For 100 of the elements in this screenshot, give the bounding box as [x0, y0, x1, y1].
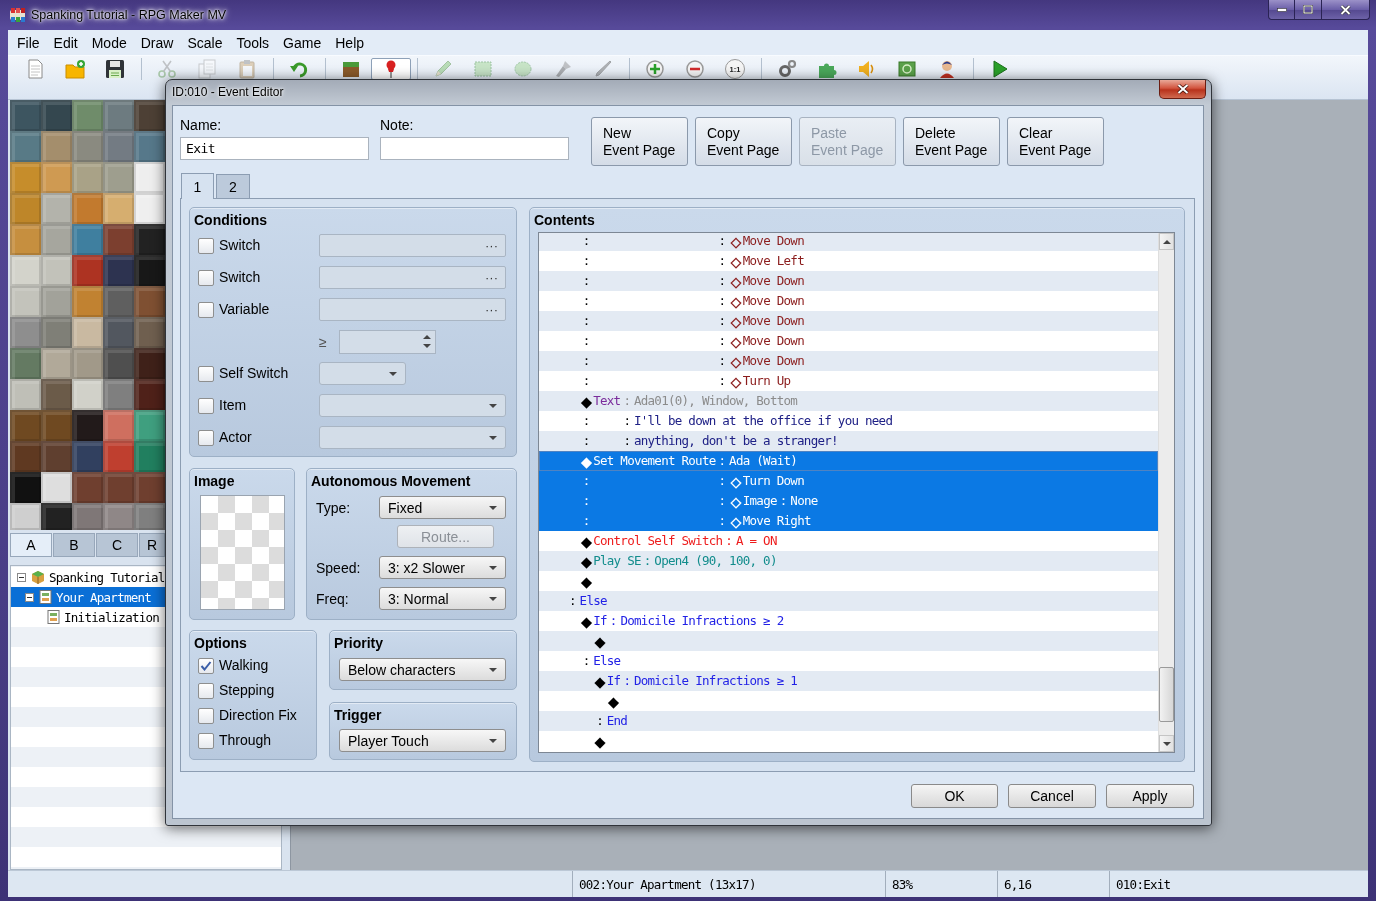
- checkbox-label[interactable]: Walking: [219, 657, 269, 674]
- collapse-icon[interactable]: [16, 572, 26, 582]
- picker-field[interactable]: ···: [319, 298, 506, 321]
- checkbox-label[interactable]: Actor: [219, 429, 252, 446]
- command-row[interactable]: ◆Set Movement Route : Ada (Wait): [539, 451, 1158, 471]
- command-row[interactable]: ◆Control Self Switch : A = ON: [539, 531, 1158, 551]
- command-row[interactable]: ◆: [539, 631, 1158, 651]
- menu-item[interactable]: File: [10, 33, 47, 52]
- checkbox-label[interactable]: Variable: [219, 301, 270, 318]
- dialog-button[interactable]: Cancel: [1008, 784, 1096, 808]
- checkbox-label[interactable]: Switch: [219, 269, 261, 286]
- tile-icon: [341, 59, 361, 79]
- menu-item[interactable]: Help: [328, 33, 372, 52]
- dropdown[interactable]: 3: Normal: [379, 587, 506, 610]
- maximize-button[interactable]: [1295, 0, 1322, 20]
- checkbox-label[interactable]: Stepping: [219, 682, 275, 699]
- command-row[interactable]: ◆Text : Ada01(0), Window, Bottom: [539, 391, 1158, 411]
- checkbox[interactable]: [198, 301, 214, 318]
- checkbox[interactable]: [198, 237, 214, 254]
- menu-item[interactable]: Mode: [84, 33, 134, 52]
- checkbox[interactable]: [198, 657, 214, 674]
- checkbox[interactable]: [198, 707, 214, 724]
- checkbox-label[interactable]: Item: [219, 397, 247, 414]
- folder-icon: [65, 59, 85, 79]
- dropdown[interactable]: Below characters: [339, 658, 506, 681]
- menu-item[interactable]: Scale: [180, 33, 230, 52]
- dropdown[interactable]: Player Touch: [339, 729, 506, 752]
- command-row[interactable]: ◆: [539, 731, 1158, 751]
- menu-item[interactable]: Game: [276, 33, 329, 52]
- tileset-drawing[interactable]: [10, 100, 165, 530]
- checkbox-label[interactable]: Direction Fix: [219, 707, 297, 724]
- page-button[interactable]: Copy Event Page: [695, 117, 792, 166]
- scrollbar-thumb[interactable]: [1159, 667, 1174, 722]
- status-text: 010:Exit: [1116, 876, 1171, 892]
- collapse-icon[interactable]: [24, 592, 34, 602]
- menu-item[interactable]: Draw: [133, 33, 181, 52]
- command-row[interactable]: : : ◇Image : None: [539, 491, 1158, 511]
- checkbox[interactable]: [198, 429, 214, 446]
- command-row[interactable]: : : ◇Move Left: [539, 251, 1158, 271]
- checkbox-label[interactable]: Self Switch: [219, 365, 289, 382]
- caret-down-icon: [489, 565, 497, 570]
- caret-down-icon: [489, 667, 497, 672]
- checkbox[interactable]: [198, 397, 214, 414]
- command-row[interactable]: : : I'll be down at the office if you need: [539, 411, 1158, 431]
- command-row[interactable]: : : ◇Turn Down: [539, 471, 1158, 491]
- page-button[interactable]: Delete Event Page: [903, 117, 1000, 166]
- command-row[interactable]: : : ◇Move Down: [539, 291, 1158, 311]
- checkbox[interactable]: [198, 682, 214, 699]
- map-tree-item[interactable]: Initialization: [11, 607, 281, 627]
- command-row[interactable]: : : ◇Move Down: [539, 331, 1158, 351]
- dropdown[interactable]: 3: x2 Slower: [379, 556, 506, 579]
- command-row[interactable]: : : ◇Move Down: [539, 271, 1158, 291]
- scroll-down-button[interactable]: [1159, 735, 1174, 752]
- tileset-tab[interactable]: C: [96, 533, 138, 557]
- dialog-button[interactable]: Apply: [1106, 784, 1194, 808]
- minimize-button[interactable]: [1268, 0, 1295, 20]
- command-row[interactable]: : : ◇Move Down: [539, 351, 1158, 371]
- checkbox[interactable]: [198, 732, 214, 749]
- pencil-icon: [433, 59, 453, 79]
- command-row[interactable]: ◆: [539, 571, 1158, 591]
- picker-field[interactable]: ···: [319, 234, 506, 257]
- map-tree-item[interactable]: Spanking Tutorial: [11, 567, 281, 587]
- command-row[interactable]: : Else: [539, 591, 1158, 611]
- page-tab[interactable]: 2: [216, 174, 250, 198]
- command-row[interactable]: : Else: [539, 651, 1158, 671]
- checkbox[interactable]: [198, 269, 214, 286]
- page-button[interactable]: New Event Page: [591, 117, 688, 166]
- field-label: Name:: [180, 117, 222, 133]
- checkbox[interactable]: [198, 365, 214, 382]
- page-tab[interactable]: 1: [181, 173, 214, 199]
- command-row[interactable]: : : ◇Turn Up: [539, 371, 1158, 391]
- menu-item[interactable]: Tools: [229, 33, 277, 52]
- checkbox-label[interactable]: Through: [219, 732, 272, 749]
- command-row[interactable]: : End: [539, 711, 1158, 731]
- close-button[interactable]: [1159, 80, 1206, 99]
- command-row[interactable]: ◆If : Domicile Infractions ≥ 2: [539, 611, 1158, 631]
- command-row[interactable]: : : anything, don't be a stranger!: [539, 431, 1158, 451]
- command-row[interactable]: ◆If : Domicile Infractions ≥ 1: [539, 671, 1158, 691]
- command-row[interactable]: : : ◇Move Down: [539, 233, 1158, 251]
- caret-down-icon: [489, 435, 497, 440]
- note-field[interactable]: [380, 137, 569, 160]
- group-title: Options: [193, 635, 247, 652]
- dialog-button[interactable]: OK: [911, 784, 998, 808]
- checkbox-label[interactable]: Switch: [219, 237, 261, 254]
- command-row[interactable]: : : ◇Move Down: [539, 311, 1158, 331]
- name-field[interactable]: Exit: [180, 137, 369, 160]
- dropdown[interactable]: Fixed: [379, 496, 506, 519]
- tileset-tab[interactable]: B: [53, 533, 95, 557]
- command-row[interactable]: : : ◇Move Right: [539, 511, 1158, 531]
- tileset-tab[interactable]: A: [10, 533, 52, 557]
- tileset-tab[interactable]: R: [139, 533, 165, 557]
- document-icon: [25, 59, 45, 79]
- command-row[interactable]: ◆Play SE : Open4 (90, 100, 0): [539, 551, 1158, 571]
- page-button[interactable]: Clear Event Page: [1007, 117, 1104, 166]
- event-mode-button[interactable]: [371, 58, 411, 80]
- picker-field[interactable]: ···: [319, 266, 506, 289]
- menu-item[interactable]: Edit: [46, 33, 85, 52]
- close-button[interactable]: [1322, 0, 1370, 20]
- command-row[interactable]: ◆: [539, 691, 1158, 711]
- scroll-up-button[interactable]: [1159, 233, 1174, 250]
